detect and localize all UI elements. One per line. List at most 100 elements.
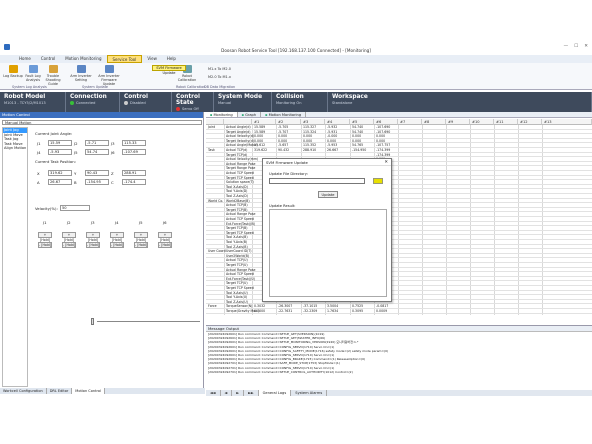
motion-monitoring-icon: ▪	[265, 112, 268, 117]
jog-label-j4: J4	[115, 220, 119, 225]
tab-graph[interactable]: ▪ Graph	[238, 112, 262, 117]
task-value-field[interactable]: 90.43	[85, 170, 109, 176]
update-button[interactable]: Update	[318, 191, 338, 198]
task-value-field[interactable]: 319.62	[48, 170, 72, 176]
task-value-field[interactable]: -174.4	[122, 179, 146, 185]
task-position-title: Current Task Position:	[35, 159, 76, 164]
minimize-button[interactable]: —	[564, 44, 569, 49]
ribbon-tab-service-tool[interactable]: Service Tool	[106, 55, 143, 63]
ribbon-group-3: DB Data Migration	[204, 85, 236, 89]
task-value-field[interactable]: -154.95	[85, 179, 109, 185]
left-tab-drl-editor[interactable]: DRL Editor	[47, 388, 73, 394]
ribbon: Log Backup Fault Log Analysis Trouble Shoo…	[0, 63, 592, 90]
ribbon-tab-motion-monitoring[interactable]: Motion Monitoring	[60, 55, 106, 63]
task-value-field[interactable]: 288.91	[122, 170, 146, 176]
monitoring-icon: ▪	[210, 112, 213, 117]
velocity-slider-track[interactable]	[97, 321, 200, 322]
message-nav-arrow-icon[interactable]: ►►	[244, 390, 259, 396]
jog-plus-button-j4[interactable]: + [Hold]	[110, 232, 124, 242]
ribbon-tab-home[interactable]: Home	[14, 55, 36, 63]
jog-minus-button-j2[interactable]: - [Hold]	[62, 242, 76, 248]
migration-m1-to-m2-button[interactable]: M1.x To M2.0	[208, 67, 231, 71]
table-cell: 0.0009	[376, 309, 388, 313]
window-title: Doosan Robot Service Tool [192.168.137.1…	[221, 48, 371, 53]
jog-minus-button-j5[interactable]: - [Hold]	[134, 242, 148, 248]
status-connection: Connection Connected	[66, 92, 120, 112]
table-row: Torque(Gravity Mod.) 0.0000 -22.7631 -32.23…	[206, 309, 592, 314]
joint-value-field[interactable]: 115.33	[122, 140, 146, 146]
ribbon-button-trouble-shooting-guide[interactable]: Trouble Shooting Guide	[42, 65, 64, 86]
velocity-slider-handle[interactable]	[91, 318, 94, 325]
jog-plus-button-j3[interactable]: + [Hold]	[86, 232, 100, 242]
jog-plus-button-j5[interactable]: + [Hold]	[134, 232, 148, 242]
joint-angle-title: Current Joint Angle:	[35, 131, 73, 136]
joint-value-field[interactable]: -5.93	[48, 149, 72, 155]
motion-list-item[interactable]: Align Motion	[3, 146, 27, 151]
connection-indicator-icon	[70, 101, 74, 105]
tab-monitoring[interactable]: ▪ Monitoring	[206, 112, 238, 117]
message-output-panel: Message Output [20200324092601] Run comm…	[206, 325, 592, 388]
update-result-box	[269, 209, 387, 297]
tab-motion-monitoring[interactable]: ▪ Motion Monitoring	[261, 112, 307, 117]
svm-firmware-update-button[interactable]: SVM Firmware Update	[152, 65, 186, 75]
table-cell: 0.3095	[352, 309, 364, 313]
window-controls: — ☐ ✕	[564, 44, 588, 49]
status-system-mode: System Mode Manual	[214, 92, 272, 112]
ribbon-button-log-backup[interactable]: Log Backup	[2, 65, 24, 78]
message-tab-general-logs[interactable]: General Logs	[258, 390, 292, 396]
servo-indicator-icon	[176, 107, 180, 111]
jog-label-j5: J5	[139, 220, 143, 225]
velocity-label: Velocity(%):	[35, 206, 58, 211]
arm-inverter-firmware-update-icon	[104, 65, 114, 73]
update-result-label: Update Result:	[269, 204, 296, 208]
ribbon-button-arm-inverter-setting[interactable]: Arm Inverter Setting	[70, 65, 92, 82]
joint-value-field[interactable]: -5.71	[85, 140, 109, 146]
ribbon-tab-help[interactable]: Help	[162, 55, 181, 63]
jog-label-j2: J2	[67, 220, 71, 225]
browse-folder-button[interactable]	[373, 178, 383, 184]
ribbon-button-arm-inverter-firmware-update[interactable]: Arm Inverter Firmware Update	[98, 65, 120, 86]
ribbon-tab-view[interactable]: View	[142, 55, 162, 63]
motion-monitoring-label: Motion Monitoring	[268, 112, 302, 117]
left-panel-tabs: Workcell Configuration DRL Editor Motion C…	[0, 388, 205, 394]
fault-log-analysis-label: Fault Log Analysis	[25, 74, 41, 82]
left-tab-workcell-configuration[interactable]: Workcell Configuration	[0, 388, 47, 394]
jog-plus-button-j6[interactable]: + [Hold]	[158, 232, 172, 242]
right-panel-tabs: ▪ Monitoring ▪ Graph ▪ Motion Monitoring	[206, 112, 592, 118]
migration-m2-to-m1-button[interactable]: M2.0 To M1.x	[208, 75, 231, 79]
jog-minus-button-j4[interactable]: - [Hold]	[110, 242, 124, 248]
joint-label: J3	[111, 141, 115, 146]
left-tab-motion-control[interactable]: Motion Control	[72, 388, 105, 394]
arm-inverter-setting-label: Arm Inverter Setting	[70, 74, 92, 82]
velocity-input[interactable]: 50	[60, 205, 90, 211]
jog-minus-button-j6[interactable]: - [Hold]	[158, 242, 172, 248]
jog-label-j3: J3	[91, 220, 95, 225]
message-nav-arrow-icon[interactable]: ◄◄	[206, 390, 221, 396]
jog-minus-button-j1[interactable]: - [Hold]	[38, 242, 52, 248]
ribbon-tab-control[interactable]: Control	[36, 55, 60, 63]
dialog-close-icon[interactable]: ✕	[384, 159, 388, 166]
fault-log-analysis-icon	[28, 65, 38, 73]
joint-label: J6	[111, 150, 115, 155]
update-file-directory-input[interactable]	[269, 178, 365, 184]
joint-value-field[interactable]: 54.74	[85, 149, 109, 155]
jog-plus-button-j2[interactable]: + [Hold]	[62, 232, 76, 242]
graph-label: Graph	[245, 112, 257, 117]
message-nav-arrow-icon[interactable]: ◄	[221, 390, 233, 396]
graph-icon: ▪	[241, 112, 245, 117]
task-label: X	[37, 171, 40, 176]
joint-value-field[interactable]: -107.69	[122, 149, 146, 155]
task-value-field[interactable]: 26.67	[48, 179, 72, 185]
maximize-button[interactable]: ☐	[574, 44, 578, 49]
svm-firmware-update-dialog: SVM Firmware Update ✕ Update File Direct…	[262, 158, 392, 302]
jog-minus-button-j3[interactable]: - [Hold]	[86, 242, 100, 248]
title-bar	[0, 0, 592, 30]
motion-mode-select[interactable]: Manual Motion	[2, 120, 202, 125]
ribbon-button-fault-log-analysis[interactable]: Fault Log Analysis	[22, 65, 44, 82]
close-button[interactable]: ✕	[584, 44, 588, 49]
message-nav-arrow-icon[interactable]: ►	[232, 390, 245, 396]
jog-plus-button-j1[interactable]: + [Hold]	[38, 232, 52, 242]
message-tab-system-alarms[interactable]: System Alarms	[291, 390, 328, 396]
joint-value-field[interactable]: 15.59	[48, 140, 72, 146]
status-robot-model: Robot Model M1013 - TCY5/2/M1013	[0, 92, 66, 112]
